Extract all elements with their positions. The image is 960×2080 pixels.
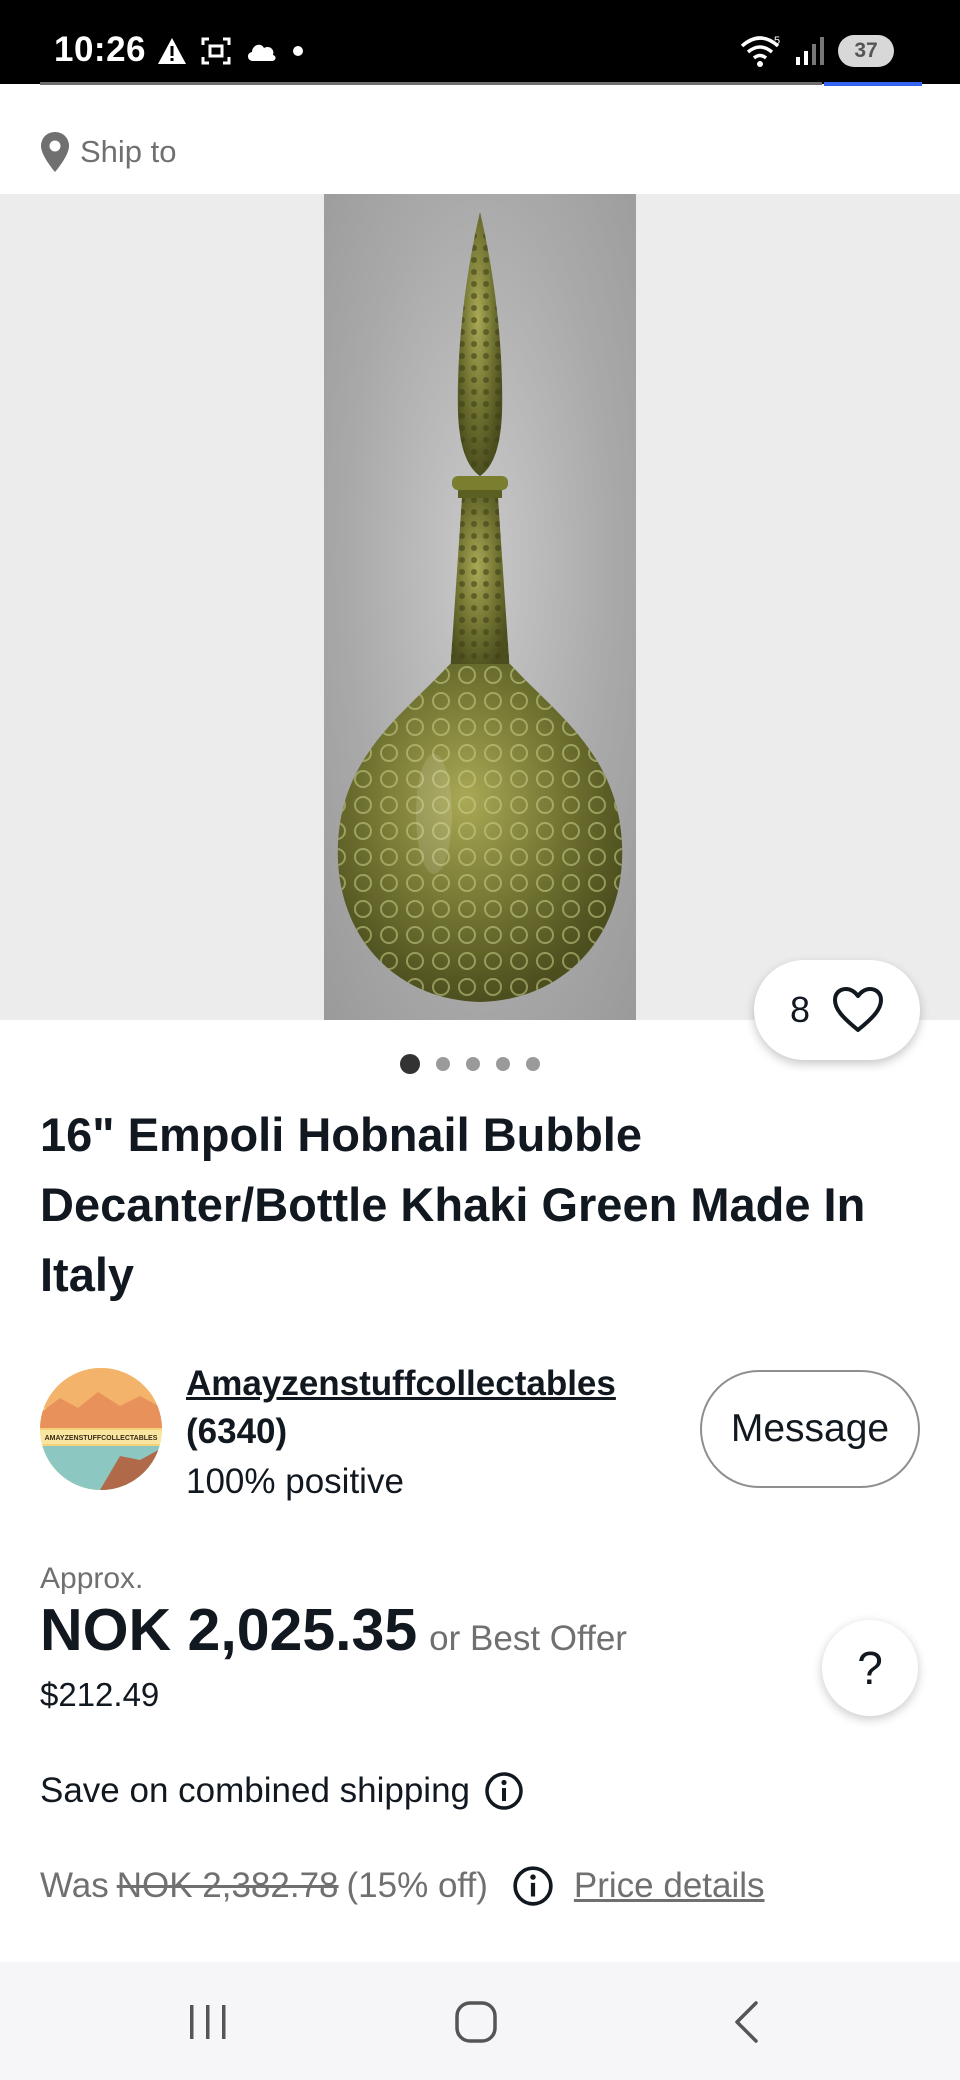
combined-shipping[interactable]: Save on combined shipping bbox=[40, 1764, 524, 1818]
signal-icon bbox=[796, 37, 824, 65]
screenshot-icon bbox=[201, 37, 231, 65]
help-button[interactable]: ? bbox=[822, 1620, 918, 1716]
recent-apps-button[interactable] bbox=[168, 1992, 248, 2052]
location-pin-icon bbox=[41, 132, 69, 172]
home-icon bbox=[455, 2001, 497, 2043]
listing-title: 16" Empoli Hobnail Bubble Decanter/Bottl… bbox=[40, 1108, 866, 1301]
info-icon[interactable] bbox=[484, 1771, 524, 1811]
battery-indicator: 37 bbox=[838, 35, 894, 67]
back-icon bbox=[735, 2001, 758, 2043]
status-icons-left bbox=[156, 34, 306, 68]
watch-button[interactable]: 8 bbox=[754, 960, 920, 1060]
was-discount: (15% off) bbox=[346, 1866, 488, 1905]
price-info-icon[interactable] bbox=[512, 1865, 554, 1907]
status-time: 10:26 bbox=[54, 30, 147, 69]
seller-logo-text: AMAYZENSTUFFCOLLECTABLES bbox=[45, 1435, 158, 1442]
was-old-price: NOK 2,382.78 bbox=[116, 1866, 339, 1905]
carousel-dots[interactable] bbox=[400, 1054, 540, 1074]
search-button-edge bbox=[824, 82, 922, 86]
seller-avatar[interactable]: AMAYZENSTUFFCOLLECTABLES bbox=[40, 1368, 162, 1490]
image-gallery[interactable] bbox=[0, 194, 960, 1020]
seller-logo: AMAYZENSTUFFCOLLECTABLES bbox=[40, 1368, 162, 1490]
search-bar-edge bbox=[40, 82, 822, 85]
carousel-dot-5[interactable] bbox=[526, 1057, 540, 1071]
wifi-label: 5 bbox=[774, 35, 780, 47]
price-usd: $212.49 bbox=[40, 1676, 160, 1713]
seller-info: Amayzenstuffcollectables (6340) 100% pos… bbox=[186, 1360, 666, 1508]
carousel-dot-2[interactable] bbox=[436, 1057, 450, 1071]
combined-shipping-label: Save on combined shipping bbox=[40, 1771, 471, 1810]
carousel-dot-1[interactable] bbox=[400, 1054, 420, 1074]
price-details-link[interactable]: Price details bbox=[574, 1866, 765, 1906]
ship-to-label: Ship to bbox=[80, 134, 177, 169]
product-photo[interactable] bbox=[324, 194, 636, 1020]
seller-feedback-count: (6340) bbox=[186, 1412, 288, 1451]
cloud-icon bbox=[247, 44, 276, 61]
message-button[interactable]: Message bbox=[700, 1370, 920, 1488]
recent-apps-icon bbox=[190, 2005, 226, 2039]
price-info-icon-wrap[interactable] bbox=[512, 1865, 554, 1907]
seller-name-link[interactable]: Amayzenstuffcollectables bbox=[186, 1360, 666, 1408]
wifi-icon: 5 bbox=[740, 35, 780, 67]
approx-label: Approx. bbox=[40, 1562, 144, 1595]
decanter-image bbox=[337, 212, 623, 1002]
carousel-dot-3[interactable] bbox=[466, 1057, 480, 1071]
seller-positive-rating: 100% positive bbox=[186, 1462, 404, 1501]
status-bar: 10:26 5 37 bbox=[0, 0, 960, 84]
dot-icon bbox=[293, 46, 303, 56]
best-offer-label: or Best Offer bbox=[429, 1619, 627, 1658]
carousel-dot-4[interactable] bbox=[496, 1057, 510, 1071]
was-price-row: Was NOK 2,382.78 (15% off) Price details bbox=[40, 1858, 765, 1914]
watch-count: 8 bbox=[789, 989, 811, 1030]
status-icons-right: 5 37 bbox=[740, 32, 894, 70]
home-button[interactable] bbox=[436, 1992, 516, 2052]
ship-to[interactable]: Ship to bbox=[40, 128, 177, 176]
price-main: NOK 2,025.35 bbox=[40, 1597, 418, 1663]
price-row: NOK 2,025.35 or Best Offer bbox=[40, 1596, 627, 1664]
heart-icon bbox=[833, 987, 884, 1032]
system-nav-bar bbox=[0, 1962, 960, 2080]
back-button[interactable] bbox=[706, 1992, 786, 2052]
was-label: Was bbox=[40, 1866, 109, 1905]
warning-icon bbox=[158, 38, 186, 64]
